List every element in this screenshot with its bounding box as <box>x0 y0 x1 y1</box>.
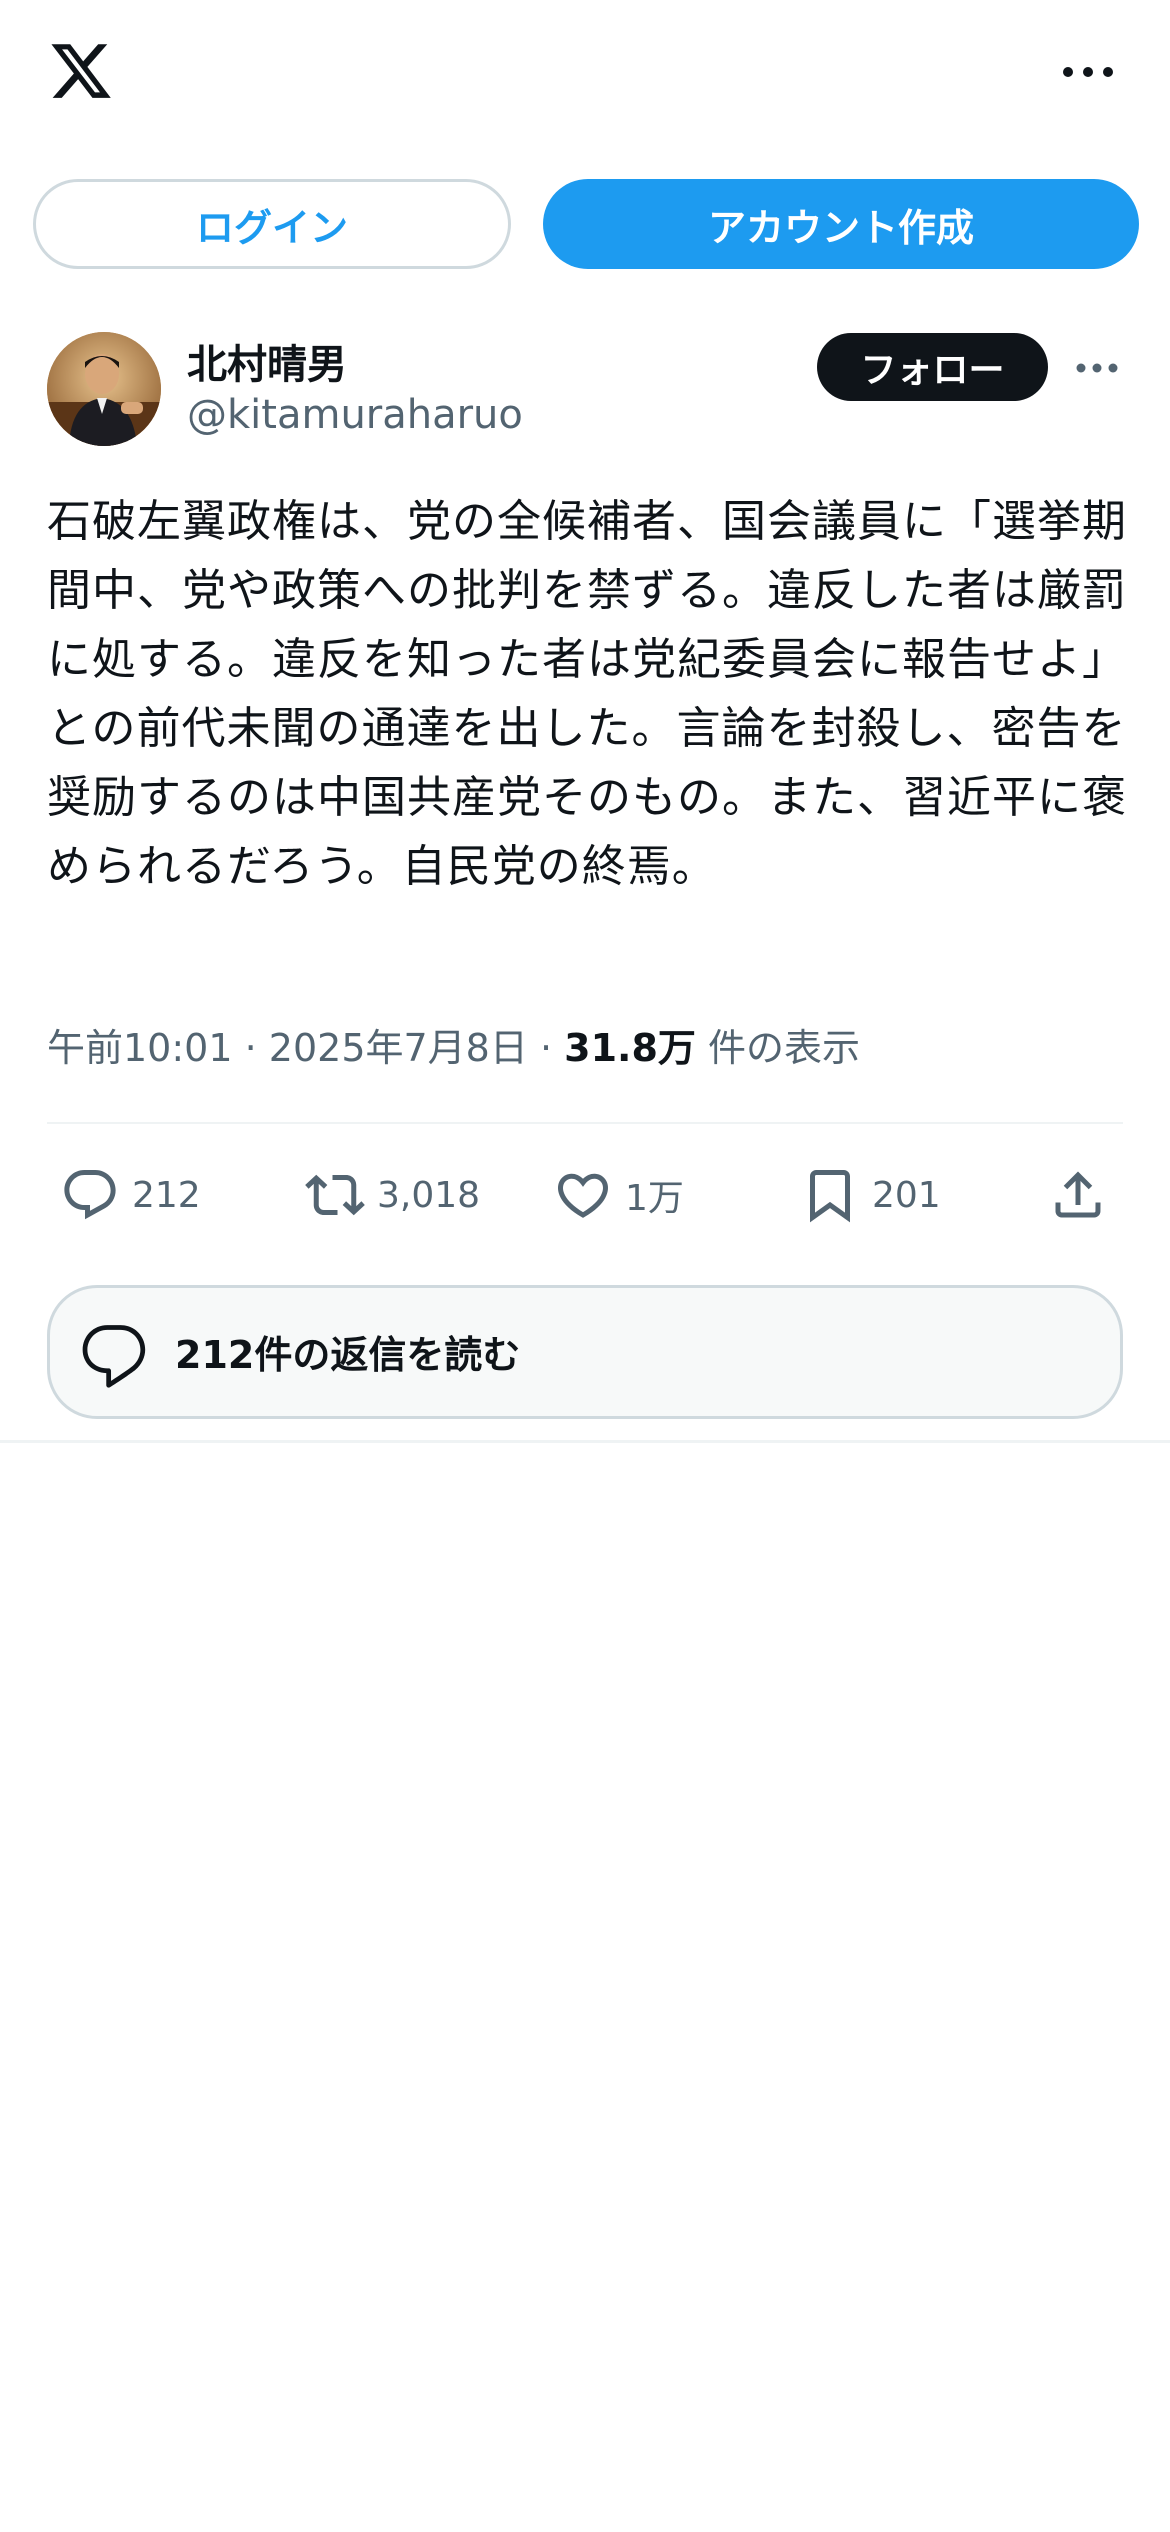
action-bar: 212 3,018 1万 201 <box>0 1160 1170 1230</box>
like-count: 1万 <box>625 1178 684 1219</box>
post-date[interactable]: 2025年7月8日 <box>269 1026 528 1070</box>
login-button[interactable]: ログイン <box>33 179 511 269</box>
bookmark-count: 201 <box>872 1174 941 1216</box>
author-name[interactable]: 北村晴男 <box>187 332 347 390</box>
bookmark-button[interactable]: 201 <box>800 1160 941 1230</box>
create-account-button[interactable]: アカウント作成 <box>543 179 1139 269</box>
like-button[interactable]: 1万 <box>553 1160 684 1230</box>
retweet-icon <box>305 1174 365 1216</box>
reply-icon <box>64 1170 116 1220</box>
retweet-count: 3,018 <box>377 1174 481 1216</box>
views-count: 31.8万 <box>564 1026 696 1070</box>
heart-icon <box>557 1173 609 1218</box>
read-replies-label: 212件の返信を読む <box>175 1333 521 1377</box>
reply-button[interactable]: 212 <box>60 1160 201 1230</box>
post-text: 石破左翼政権は、党の全候補者、国会議員に「選挙期間中、党や政策への批判を禁ずる。… <box>47 496 1127 892</box>
more-horizontal-icon[interactable] <box>1060 52 1116 92</box>
reply-count: 212 <box>132 1174 201 1216</box>
avatar-photo <box>47 332 161 446</box>
meta-separator: · <box>539 1026 553 1070</box>
avatar[interactable] <box>47 332 161 446</box>
divider <box>47 1122 1123 1124</box>
author-handle[interactable]: @kitamuraharuo <box>187 392 523 438</box>
share-icon <box>1055 1171 1101 1218</box>
post-time[interactable]: 午前10:01 <box>47 1026 233 1070</box>
post-meta: 午前10:01 · 2025年7月8日 · 31.8万 件の表示 <box>47 1017 1127 1072</box>
top-bar <box>0 0 1170 150</box>
views-label: 件の表示 <box>708 1026 861 1070</box>
x-logo-icon[interactable] <box>46 38 116 104</box>
read-replies-button[interactable]: 212件の返信を読む <box>47 1285 1123 1419</box>
divider <box>0 1440 1170 1443</box>
share-button[interactable] <box>1048 1160 1108 1230</box>
follow-button[interactable]: フォロー <box>817 333 1048 401</box>
bookmark-icon <box>810 1170 850 1223</box>
post-author: 北村晴男 @kitamuraharuo フォロー <box>0 330 1170 450</box>
retweet-button[interactable]: 3,018 <box>305 1160 480 1230</box>
meta-separator: · <box>244 1026 257 1070</box>
conversation-icon <box>82 1325 146 1388</box>
auth-buttons: ログイン アカウント作成 <box>0 179 1170 271</box>
post-more-icon[interactable] <box>1074 350 1120 386</box>
